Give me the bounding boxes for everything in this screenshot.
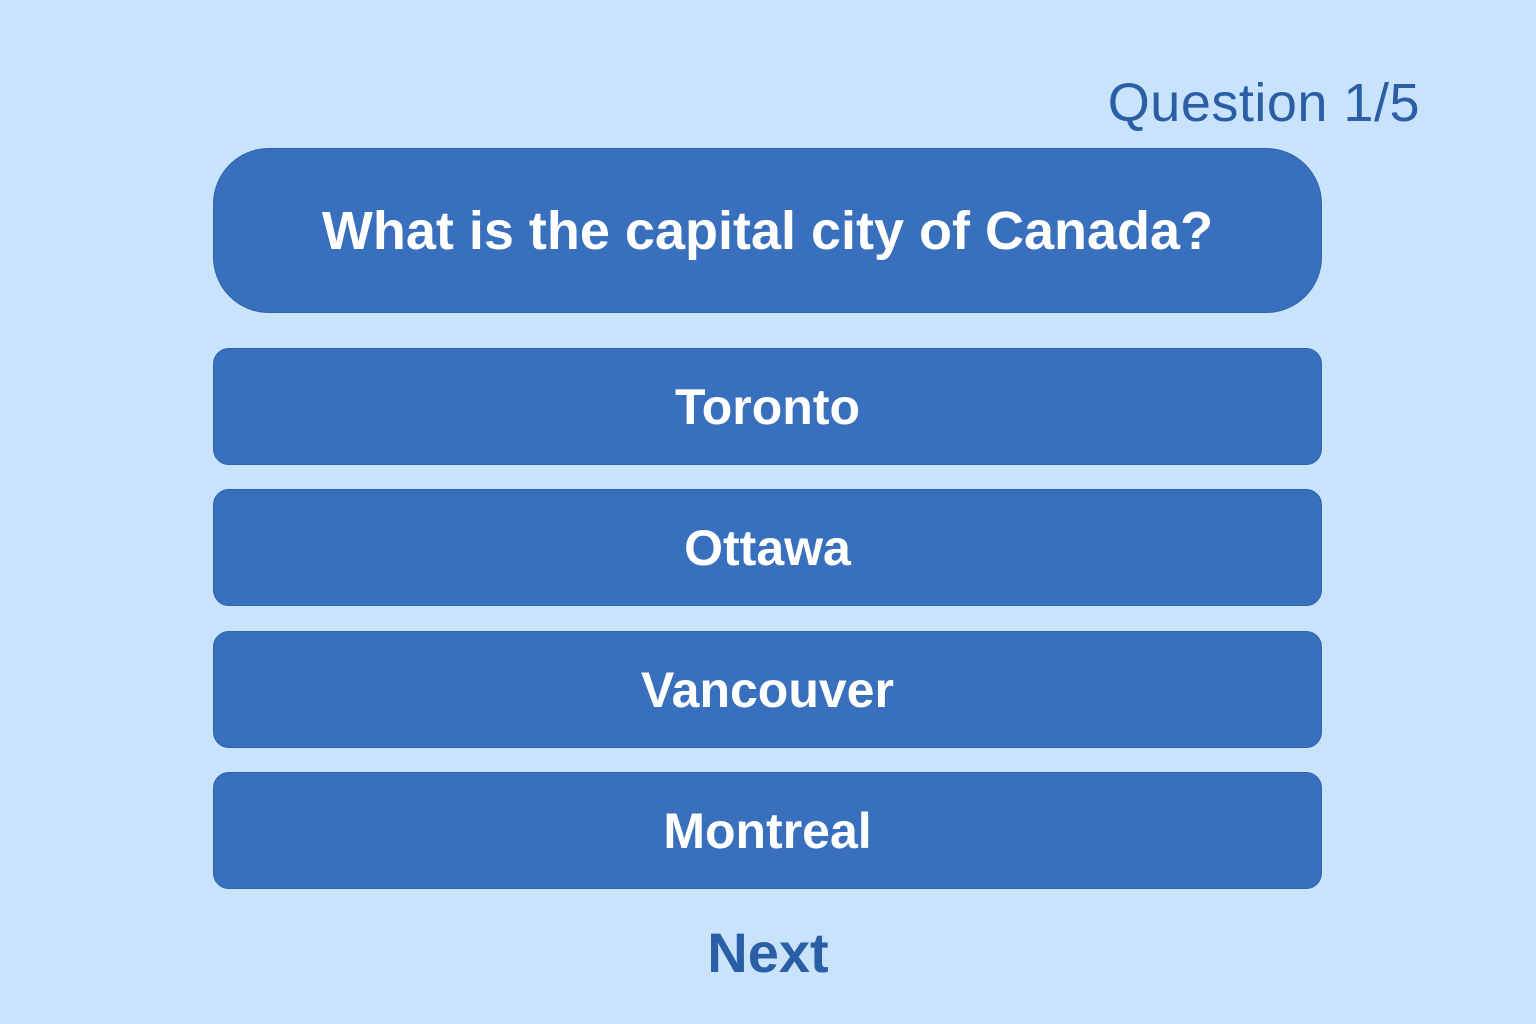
answer-option-label: Ottawa [684,519,851,576]
next-button[interactable]: Next [0,920,1536,986]
answer-option-montreal[interactable]: Montreal [213,772,1322,889]
answer-option-label: Toronto [674,378,861,435]
question-progress: Question 1/5 [1107,73,1420,133]
answer-option-label: Montreal [663,802,872,859]
question-card: What is the capital city of Canada? [213,148,1322,313]
answer-option-vancouver[interactable]: Vancouver [213,631,1322,748]
answer-option-label: Vancouver [641,661,894,718]
question-text: What is the capital city of Canada? [321,200,1214,261]
answer-option-toronto[interactable]: Toronto [213,348,1322,465]
answer-option-ottawa[interactable]: Ottawa [213,489,1322,606]
